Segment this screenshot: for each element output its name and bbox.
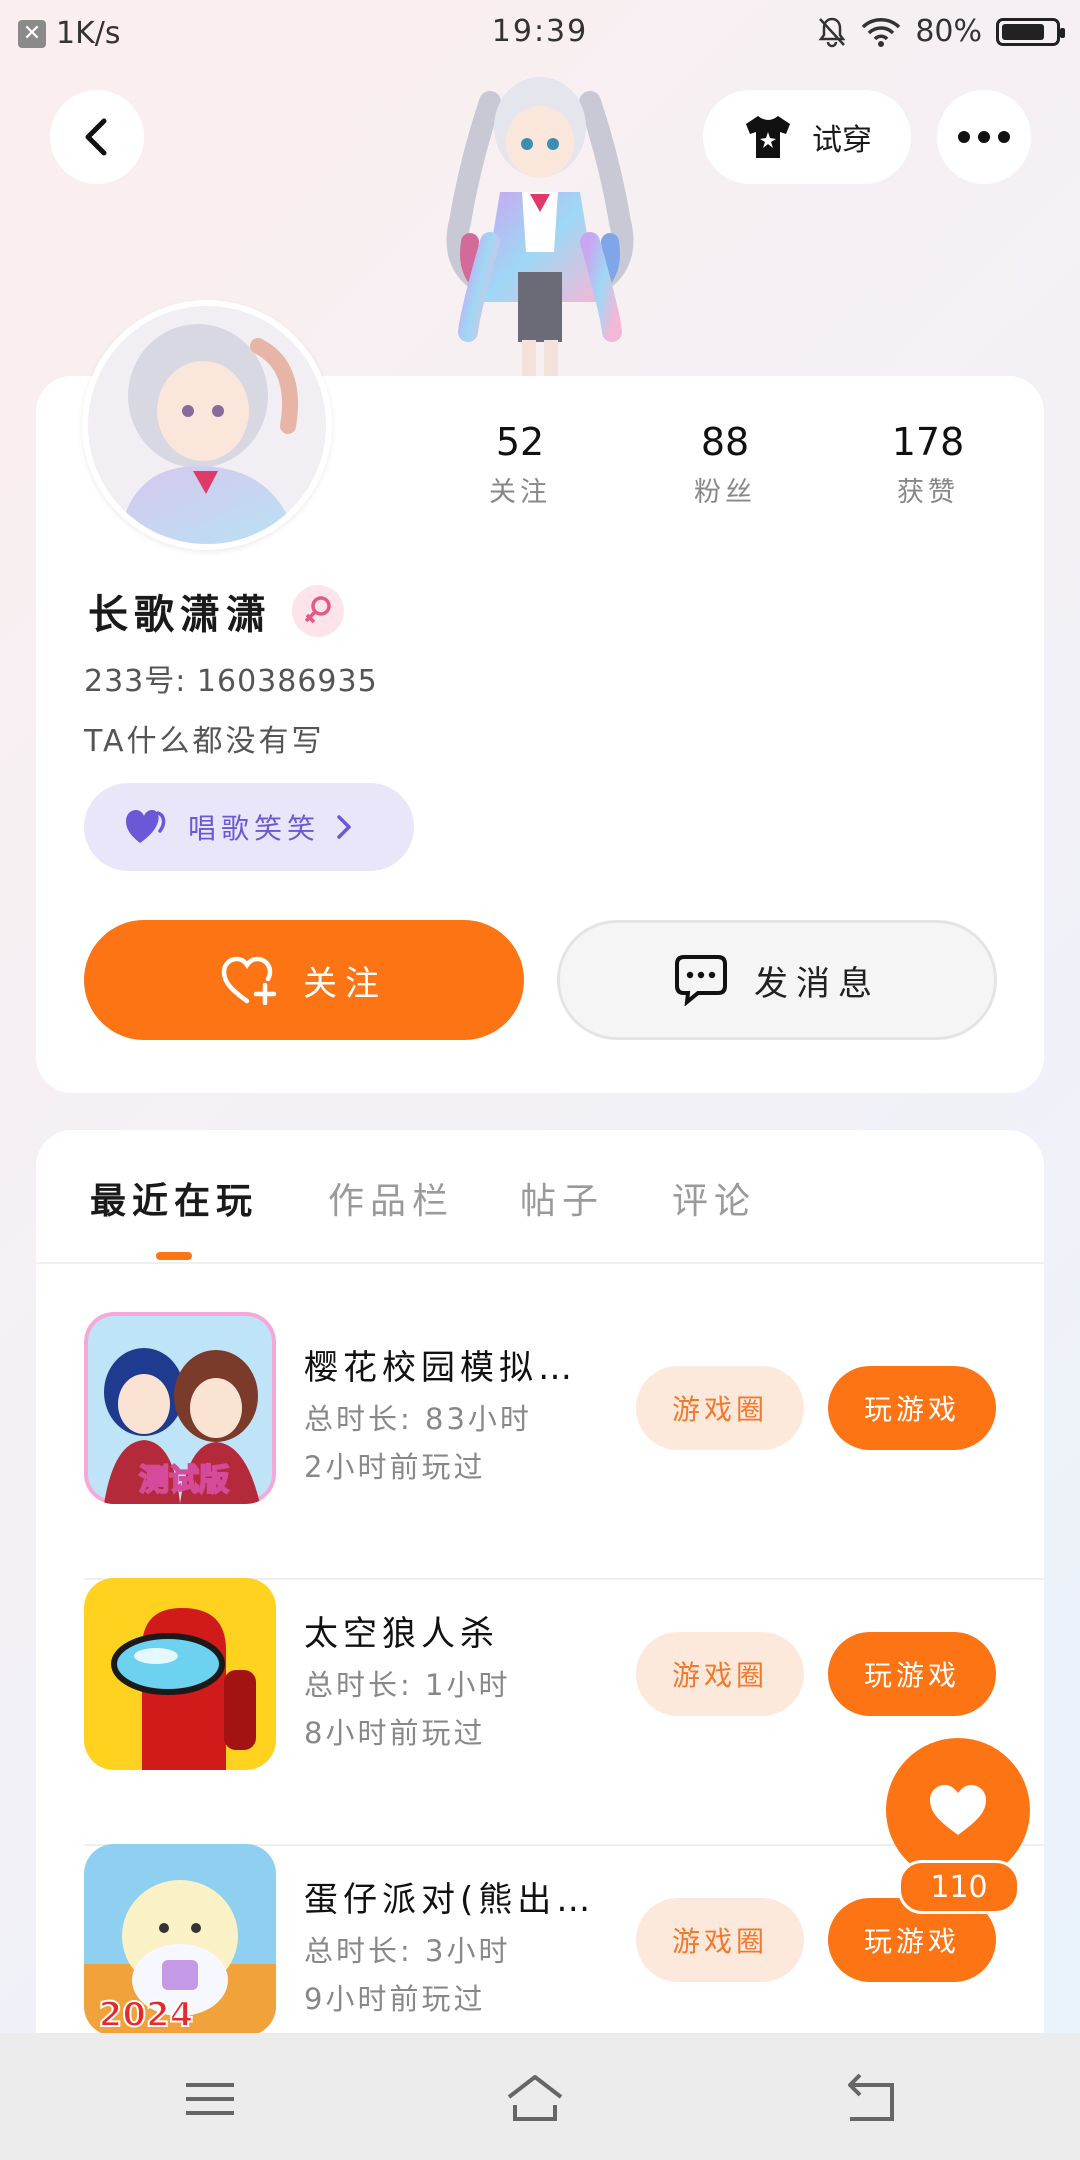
mute-icon: [818, 17, 846, 47]
send-message-button[interactable]: 发消息: [557, 920, 997, 1040]
game-circle-button[interactable]: 游戏圈: [636, 1366, 804, 1450]
wifi-icon: [862, 17, 901, 47]
tab-works[interactable]: 作品栏: [328, 1172, 454, 1224]
game-name: 蛋仔派对(熊出…: [304, 1880, 596, 1920]
back-nav-icon[interactable]: [840, 2069, 900, 2129]
play-game-button[interactable]: 玩游戏: [828, 1632, 996, 1716]
like-count: 110: [898, 1860, 1020, 1914]
nickname-row: 长歌潇潇: [88, 582, 344, 640]
game-total-time: 总时长: 3小时: [304, 1934, 511, 1968]
follow-label: 关注: [303, 963, 387, 1004]
game-name: 太空狼人杀: [304, 1614, 499, 1654]
chevron-right-icon: [337, 815, 351, 839]
heart-plus-icon: [221, 956, 277, 1005]
user-bio: TA什么都没有写: [84, 724, 325, 759]
avatar-image: [88, 306, 326, 544]
game-circle-button[interactable]: 游戏圈: [636, 1632, 804, 1716]
try-on-button[interactable]: 试穿: [703, 90, 911, 184]
more-options-button[interactable]: [937, 90, 1031, 184]
back-button[interactable]: [50, 90, 144, 184]
avatar-3d-character: [446, 77, 634, 376]
user-id: 233号: 160386935: [84, 664, 378, 699]
game-list-item[interactable]: 测试版 樱花校园模拟… 总时长: 83小时 2小时前玩过 游戏圈 玩游戏: [84, 1312, 1044, 1580]
tab-bar: 最近在玩 作品栏 帖子 评论: [36, 1130, 1044, 1264]
followers-count: 88: [700, 420, 750, 464]
game-name: 樱花校园模拟…: [304, 1348, 577, 1388]
stat-likes[interactable]: 178 获赞: [848, 420, 1008, 509]
status-bar: ✕ 1K/s 19:39 80%: [0, 0, 1080, 70]
stat-following[interactable]: 52 关注: [440, 420, 600, 509]
game-total-time: 总时长: 1小时: [304, 1668, 511, 1702]
try-on-label: 试穿: [812, 123, 872, 158]
avatar[interactable]: [82, 300, 332, 550]
stat-followers[interactable]: 88 粉丝: [645, 420, 805, 509]
send-message-label: 发消息: [754, 963, 880, 1004]
profile-tag-button[interactable]: 唱歌笑笑: [84, 783, 414, 871]
profile-tag-label: 唱歌笑笑: [188, 812, 321, 845]
battery-icon: [996, 17, 1065, 46]
more-dots-icon: [958, 131, 1010, 143]
game-circle-button[interactable]: 游戏圈: [636, 1898, 804, 1982]
game-icon-sakura: 测试版: [84, 1312, 276, 1504]
followers-label: 粉丝: [694, 477, 756, 508]
test-version-badge: 测试版: [139, 1463, 229, 1498]
menu-icon[interactable]: [180, 2069, 240, 2129]
following-label: 关注: [489, 477, 551, 508]
game-last-played: 8小时前玩过: [304, 1716, 486, 1750]
gender-badge: [292, 585, 344, 637]
tab-posts[interactable]: 帖子: [520, 1172, 604, 1224]
likes-received-count: 178: [891, 420, 965, 464]
chevron-left-icon: [85, 118, 107, 156]
heart-icon: [930, 1785, 986, 1835]
nickname: 长歌潇潇: [88, 592, 272, 638]
battery-percent: 80%: [915, 14, 982, 49]
games-panel: 最近在玩 作品栏 帖子 评论 测试版 樱花校园模拟… 总时长: 83小时 2小时…: [36, 1130, 1044, 2160]
shirt-icon: [746, 116, 790, 158]
tab-recently-played[interactable]: 最近在玩: [90, 1172, 258, 1224]
female-icon: [304, 596, 331, 624]
game-last-played: 9小时前玩过: [304, 1982, 486, 2016]
game-icon-space-werewolf: [84, 1578, 276, 1770]
game-total-time: 总时长: 83小时: [304, 1402, 532, 1436]
home-icon[interactable]: [505, 2069, 565, 2129]
likes-received-label: 获赞: [897, 477, 959, 508]
game-icon-eggy-party: 2024: [84, 1844, 276, 2036]
year-badge: 2024: [99, 1995, 194, 2035]
profile-stats: 52 关注 88 粉丝 178 获赞: [440, 420, 1040, 540]
follow-button[interactable]: 关注: [84, 920, 524, 1040]
play-game-button[interactable]: 玩游戏: [828, 1366, 996, 1450]
active-tab-indicator: [156, 1252, 192, 1260]
message-bubble-icon: [675, 955, 727, 1006]
purple-heart-icon: [126, 810, 166, 843]
following-count: 52: [495, 420, 545, 464]
game-last-played: 2小时前玩过: [304, 1450, 486, 1484]
system-nav-bar: [0, 2033, 1080, 2160]
tab-comments[interactable]: 评论: [672, 1172, 756, 1224]
